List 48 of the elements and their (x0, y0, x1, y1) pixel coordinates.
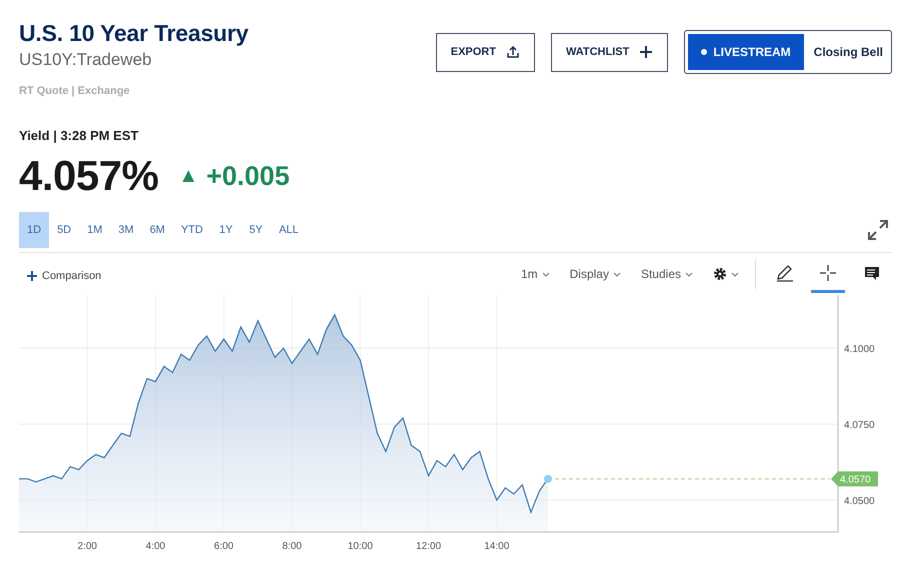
range-tab[interactable]: 3M (110, 212, 142, 248)
range-tab[interactable]: 1Y (210, 212, 241, 248)
caret-icon (612, 271, 621, 277)
axis-label: 12:00 (416, 541, 442, 552)
watchlist-button[interactable]: WATCHLIST (550, 32, 668, 72)
axis-label: 4.0750 (844, 420, 875, 432)
range-tab[interactable]: ALL (270, 212, 307, 248)
axis-label: 4:00 (146, 541, 166, 552)
display-dropdown[interactable]: Display (562, 267, 629, 281)
axis-label: 4.1000 (844, 344, 875, 356)
page-title: U.S. 10 Year Treasury (19, 20, 248, 47)
live-dot-icon (701, 49, 708, 55)
range-tab[interactable]: 1M (79, 212, 110, 248)
axis-label: 2:00 (78, 541, 97, 552)
axis-label: 14:00 (484, 541, 510, 552)
range-tab[interactable]: 6M (142, 212, 173, 248)
last-point-dot (544, 474, 552, 483)
expand-icon[interactable] (867, 219, 889, 241)
range-tab[interactable]: YTD (172, 212, 211, 248)
caret-icon (685, 271, 693, 277)
pencil-icon (775, 264, 793, 282)
caret-icon (542, 271, 550, 277)
show-name[interactable]: Closing Bell (804, 45, 888, 59)
studies-dropdown[interactable]: Studies (632, 267, 701, 281)
symbol-text: US10Y:Tradeweb (19, 50, 153, 70)
comparison-button[interactable]: Comparison (19, 270, 102, 282)
change-value: +0.005 (206, 160, 290, 192)
axis-label: 10:00 (348, 541, 373, 552)
range-tab[interactable]: 1D (19, 212, 50, 248)
plus-icon (639, 45, 654, 59)
quote-source: RT Quote | Exchange (19, 85, 131, 97)
axis-label: 6:00 (214, 541, 234, 552)
axis-label: 4.0500 (844, 496, 875, 508)
price-value: 4.057% (19, 152, 158, 200)
last-price-badge: 4.0570 (831, 471, 878, 486)
plus-icon (27, 271, 37, 281)
crosshair-icon (819, 264, 837, 282)
settings-icon (713, 267, 727, 281)
range-tab[interactable]: 5Y (240, 212, 271, 248)
change-arrow: ▲ (178, 164, 198, 188)
export-button[interactable]: EXPORT (436, 32, 535, 72)
range-tab[interactable]: 5D (49, 212, 80, 248)
interval-dropdown[interactable]: 1m (512, 267, 558, 281)
axis-label: 8:00 (282, 541, 302, 552)
caret-icon (731, 271, 739, 277)
quote-time: Yield | 3:28 PM EST (19, 128, 140, 143)
share-icon (506, 45, 520, 59)
livestream-control[interactable]: LIVESTREAM Closing Bell (684, 30, 892, 74)
